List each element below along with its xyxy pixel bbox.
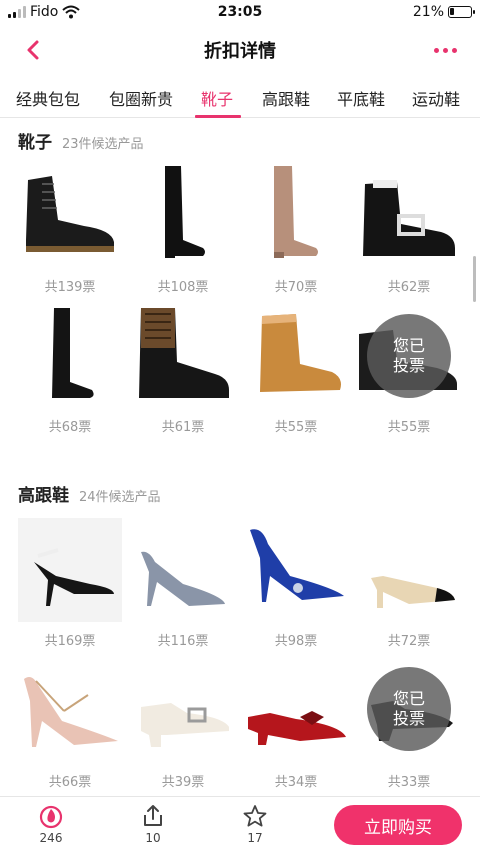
- voted-badge: 您已 投票: [367, 667, 451, 751]
- page-title: 折扣详情: [204, 41, 276, 62]
- slingback-pump-image: [18, 518, 122, 622]
- tall-boot-image: [52, 308, 94, 398]
- vote-count: 共33票: [387, 775, 431, 790]
- voted-badge-line1: 您已: [392, 336, 425, 355]
- product-card[interactable]: 共68票: [14, 300, 126, 440]
- tab-boots[interactable]: 靴子: [201, 86, 233, 110]
- section-title: 靴子: [18, 133, 52, 153]
- product-card[interactable]: 共61票: [127, 300, 239, 440]
- product-card[interactable]: 共70票: [240, 160, 352, 300]
- vote-count: 共34票: [274, 775, 318, 790]
- section-header-boots: 靴子 23件候选产品: [18, 128, 144, 153]
- product-card[interactable]: 共62票: [353, 160, 465, 300]
- product-card[interactable]: 共169票: [14, 514, 126, 654]
- vote-count: 共55票: [387, 420, 431, 435]
- like-count: 246: [39, 831, 63, 845]
- ugg-boot-image: [260, 314, 341, 392]
- product-card[interactable]: 共55票: [240, 300, 352, 440]
- share-icon: [144, 805, 162, 826]
- product-card[interactable]: 共98票: [240, 514, 352, 654]
- share-count: 10: [145, 831, 161, 845]
- product-card[interactable]: 共116票: [127, 514, 239, 654]
- buy-now-button[interactable]: 立即购买: [334, 805, 462, 845]
- vote-count: 共98票: [274, 634, 318, 649]
- like-button[interactable]: 246: [26, 803, 76, 845]
- tab-sneakers[interactable]: 运动鞋: [412, 86, 460, 110]
- product-card[interactable]: 共139票: [14, 160, 126, 300]
- product-card[interactable]: 共72票: [353, 514, 465, 654]
- star-icon: [243, 805, 267, 827]
- favorite-count: 17: [247, 831, 263, 845]
- section-count: 24件候选产品: [79, 490, 161, 505]
- share-button[interactable]: 10: [128, 803, 178, 845]
- product-card[interactable]: 共66票: [14, 655, 126, 795]
- scrollbar[interactable]: [473, 256, 476, 302]
- vote-count: 共61票: [161, 420, 205, 435]
- section-count: 23件候选产品: [62, 137, 144, 152]
- nav-bar: 折扣详情: [0, 26, 480, 74]
- blue-satin-pump-image: [250, 529, 344, 602]
- vote-count: 共108票: [157, 280, 209, 295]
- clock: 23:05: [217, 4, 263, 20]
- vote-count: 共66票: [48, 775, 92, 790]
- vote-count: 共68票: [48, 420, 92, 435]
- over-knee-boot-image: [165, 166, 205, 258]
- buckle-boot-image: [363, 180, 455, 256]
- battery-icon: [448, 6, 475, 18]
- vote-count: 共62票: [387, 280, 431, 295]
- more-dot-icon: [451, 47, 457, 53]
- vote-count: 共39票: [161, 775, 205, 790]
- tab-new-bags[interactable]: 包圈新贵: [109, 86, 173, 110]
- vote-count: 共55票: [274, 420, 318, 435]
- battery-percent: 21%: [412, 4, 444, 20]
- vote-count: 共72票: [387, 634, 431, 649]
- more-dot-icon: [442, 47, 448, 53]
- voted-badge: 您已 投票: [367, 314, 451, 398]
- combat-boot-image: [26, 176, 114, 252]
- over-knee-boot-beige-image: [274, 166, 318, 258]
- status-bar: Fido 23:05 21%: [0, 0, 480, 26]
- more-button[interactable]: [428, 36, 462, 64]
- section-header-heels: 高跟鞋 24件候选产品: [18, 481, 161, 506]
- red-bow-pump-image: [248, 711, 346, 745]
- vote-count: 共139票: [44, 280, 96, 295]
- active-tab-indicator: [195, 115, 241, 118]
- buckle-loafer-image: [141, 703, 229, 747]
- flame-icon: [39, 805, 63, 829]
- product-card[interactable]: 共108票: [127, 160, 239, 300]
- more-dot-icon: [433, 47, 439, 53]
- product-card[interactable]: 共39票: [127, 655, 239, 795]
- studded-pump-image: [24, 677, 118, 747]
- category-tabs: 经典包包 包圈新贵 靴子 高跟鞋 平底鞋 运动鞋: [0, 74, 480, 118]
- glitter-pump-image: [141, 551, 225, 606]
- tab-heels[interactable]: 高跟鞋: [262, 86, 310, 110]
- voted-badge-line1: 您已: [392, 689, 425, 708]
- voted-badge-line2: 投票: [392, 356, 425, 375]
- tab-classic-bags[interactable]: 经典包包: [16, 86, 80, 110]
- vote-count: 共116票: [157, 634, 209, 649]
- two-tone-slingback-image: [371, 576, 455, 608]
- bottom-bar: 246 10 17 立即购买: [0, 796, 480, 853]
- voted-badge-line2: 投票: [392, 709, 425, 728]
- product-card[interactable]: 共34票: [240, 655, 352, 795]
- tab-flats[interactable]: 平底鞋: [337, 86, 385, 110]
- vote-count: 共169票: [44, 634, 96, 649]
- vote-count: 共70票: [274, 280, 318, 295]
- favorite-button[interactable]: 17: [230, 803, 280, 845]
- sock-boot-image: [139, 308, 229, 398]
- section-title: 高跟鞋: [18, 486, 69, 506]
